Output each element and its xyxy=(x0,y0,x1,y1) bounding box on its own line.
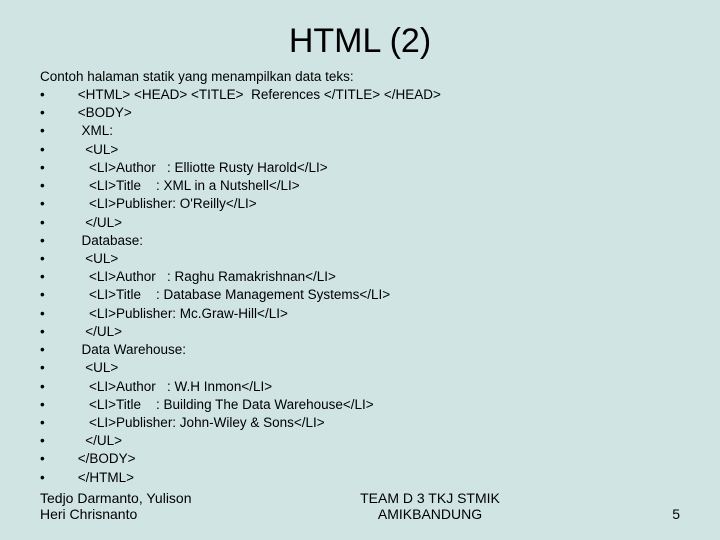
bullet-icon: • xyxy=(40,195,74,213)
code-line: • <UL> xyxy=(40,250,680,268)
code-line: • <LI>Title : Database Management System… xyxy=(40,286,680,304)
slide-body: Contoh halaman statik yang menampilkan d… xyxy=(0,69,720,487)
bullet-icon: • xyxy=(40,122,74,140)
author-line-2: Heri Chrisnanto xyxy=(40,506,240,522)
code-text: <BODY> xyxy=(74,104,132,122)
code-text: <HTML> <HEAD> <TITLE> References </TITLE… xyxy=(74,86,441,104)
bullet-icon: • xyxy=(40,432,74,450)
code-line: • <LI>Author : Raghu Ramakrishnan</LI> xyxy=(40,268,680,286)
bullet-icon: • xyxy=(40,450,74,468)
code-text: <LI>Title : Database Management Systems<… xyxy=(74,286,390,304)
bullet-icon: • xyxy=(40,378,74,396)
intro-text: Contoh halaman statik yang menampilkan d… xyxy=(40,69,680,84)
bullet-icon: • xyxy=(40,286,74,304)
team-line-2: AMIKBANDUNG xyxy=(240,506,620,522)
bullet-icon: • xyxy=(40,323,74,341)
code-text: <UL> xyxy=(74,141,118,159)
bullet-icon: • xyxy=(40,86,74,104)
code-line: • </UL> xyxy=(40,214,680,232)
code-text: <LI>Author : W.H Inmon</LI> xyxy=(74,378,272,396)
code-line: • </UL> xyxy=(40,323,680,341)
bullet-icon: • xyxy=(40,232,74,250)
code-text: Data Warehouse: xyxy=(74,341,186,359)
bullet-icon: • xyxy=(40,141,74,159)
code-text: <LI>Title : Building The Data Warehouse<… xyxy=(74,396,374,414)
code-text: <LI>Author : Elliotte Rusty Harold</LI> xyxy=(74,159,328,177)
code-line: • <LI>Publisher: Mc.Graw-Hill</LI> xyxy=(40,305,680,323)
code-text: <LI>Publisher: Mc.Graw-Hill</LI> xyxy=(74,305,288,323)
bullet-icon: • xyxy=(40,359,74,377)
bullet-icon: • xyxy=(40,469,74,487)
code-text: </UL> xyxy=(74,214,122,232)
slide-title: HTML (2) xyxy=(0,0,720,69)
bullet-icon: • xyxy=(40,396,74,414)
code-text: </UL> xyxy=(74,432,122,450)
bullet-icon: • xyxy=(40,250,74,268)
bullet-icon: • xyxy=(40,414,74,432)
author-line-1: Tedjo Darmanto, Yulison xyxy=(40,490,240,506)
code-line: • <LI>Title : Building The Data Warehous… xyxy=(40,396,680,414)
footer-center: TEAM D 3 TKJ STMIK AMIKBANDUNG xyxy=(240,490,620,522)
bullet-icon: • xyxy=(40,214,74,232)
bullet-icon: • xyxy=(40,104,74,122)
bullet-icon: • xyxy=(40,159,74,177)
code-text: <LI>Title : XML in a Nutshell</LI> xyxy=(74,177,300,195)
code-line: • Database: xyxy=(40,232,680,250)
code-line: • <LI>Title : XML in a Nutshell</LI> xyxy=(40,177,680,195)
code-text: <LI>Publisher: John-Wiley & Sons</LI> xyxy=(74,414,325,432)
code-text: <LI>Publisher: O'Reilly</LI> xyxy=(74,195,257,213)
code-line: • XML: xyxy=(40,122,680,140)
code-line: • <LI>Publisher: O'Reilly</LI> xyxy=(40,195,680,213)
bullet-icon: • xyxy=(40,177,74,195)
code-text: </HTML> xyxy=(74,469,134,487)
code-line: • </UL> xyxy=(40,432,680,450)
footer-page-number: 5 xyxy=(620,506,680,522)
code-line: • </BODY> xyxy=(40,450,680,468)
code-line: • <BODY> xyxy=(40,104,680,122)
code-text: Database: xyxy=(74,232,143,250)
slide-footer: Tedjo Darmanto, Yulison Heri Chrisnanto … xyxy=(0,490,720,522)
code-text: </BODY> xyxy=(74,450,136,468)
code-text: XML: xyxy=(74,122,113,140)
code-lines: • <HTML> <HEAD> <TITLE> References </TIT… xyxy=(40,86,680,487)
team-line-1: TEAM D 3 TKJ STMIK xyxy=(240,490,620,506)
code-line: • <LI>Publisher: John-Wiley & Sons</LI> xyxy=(40,414,680,432)
bullet-icon: • xyxy=(40,341,74,359)
code-text: </UL> xyxy=(74,323,122,341)
code-line: • </HTML> xyxy=(40,469,680,487)
bullet-icon: • xyxy=(40,268,74,286)
code-line: • <UL> xyxy=(40,359,680,377)
bullet-icon: • xyxy=(40,305,74,323)
footer-left: Tedjo Darmanto, Yulison Heri Chrisnanto xyxy=(40,490,240,522)
code-line: • <LI>Author : Elliotte Rusty Harold</LI… xyxy=(40,159,680,177)
code-line: • <UL> xyxy=(40,141,680,159)
code-line: • Data Warehouse: xyxy=(40,341,680,359)
code-text: <UL> xyxy=(74,250,118,268)
code-line: • <HTML> <HEAD> <TITLE> References </TIT… xyxy=(40,86,680,104)
code-text: <LI>Author : Raghu Ramakrishnan</LI> xyxy=(74,268,336,286)
code-text: <UL> xyxy=(74,359,118,377)
code-line: • <LI>Author : W.H Inmon</LI> xyxy=(40,378,680,396)
